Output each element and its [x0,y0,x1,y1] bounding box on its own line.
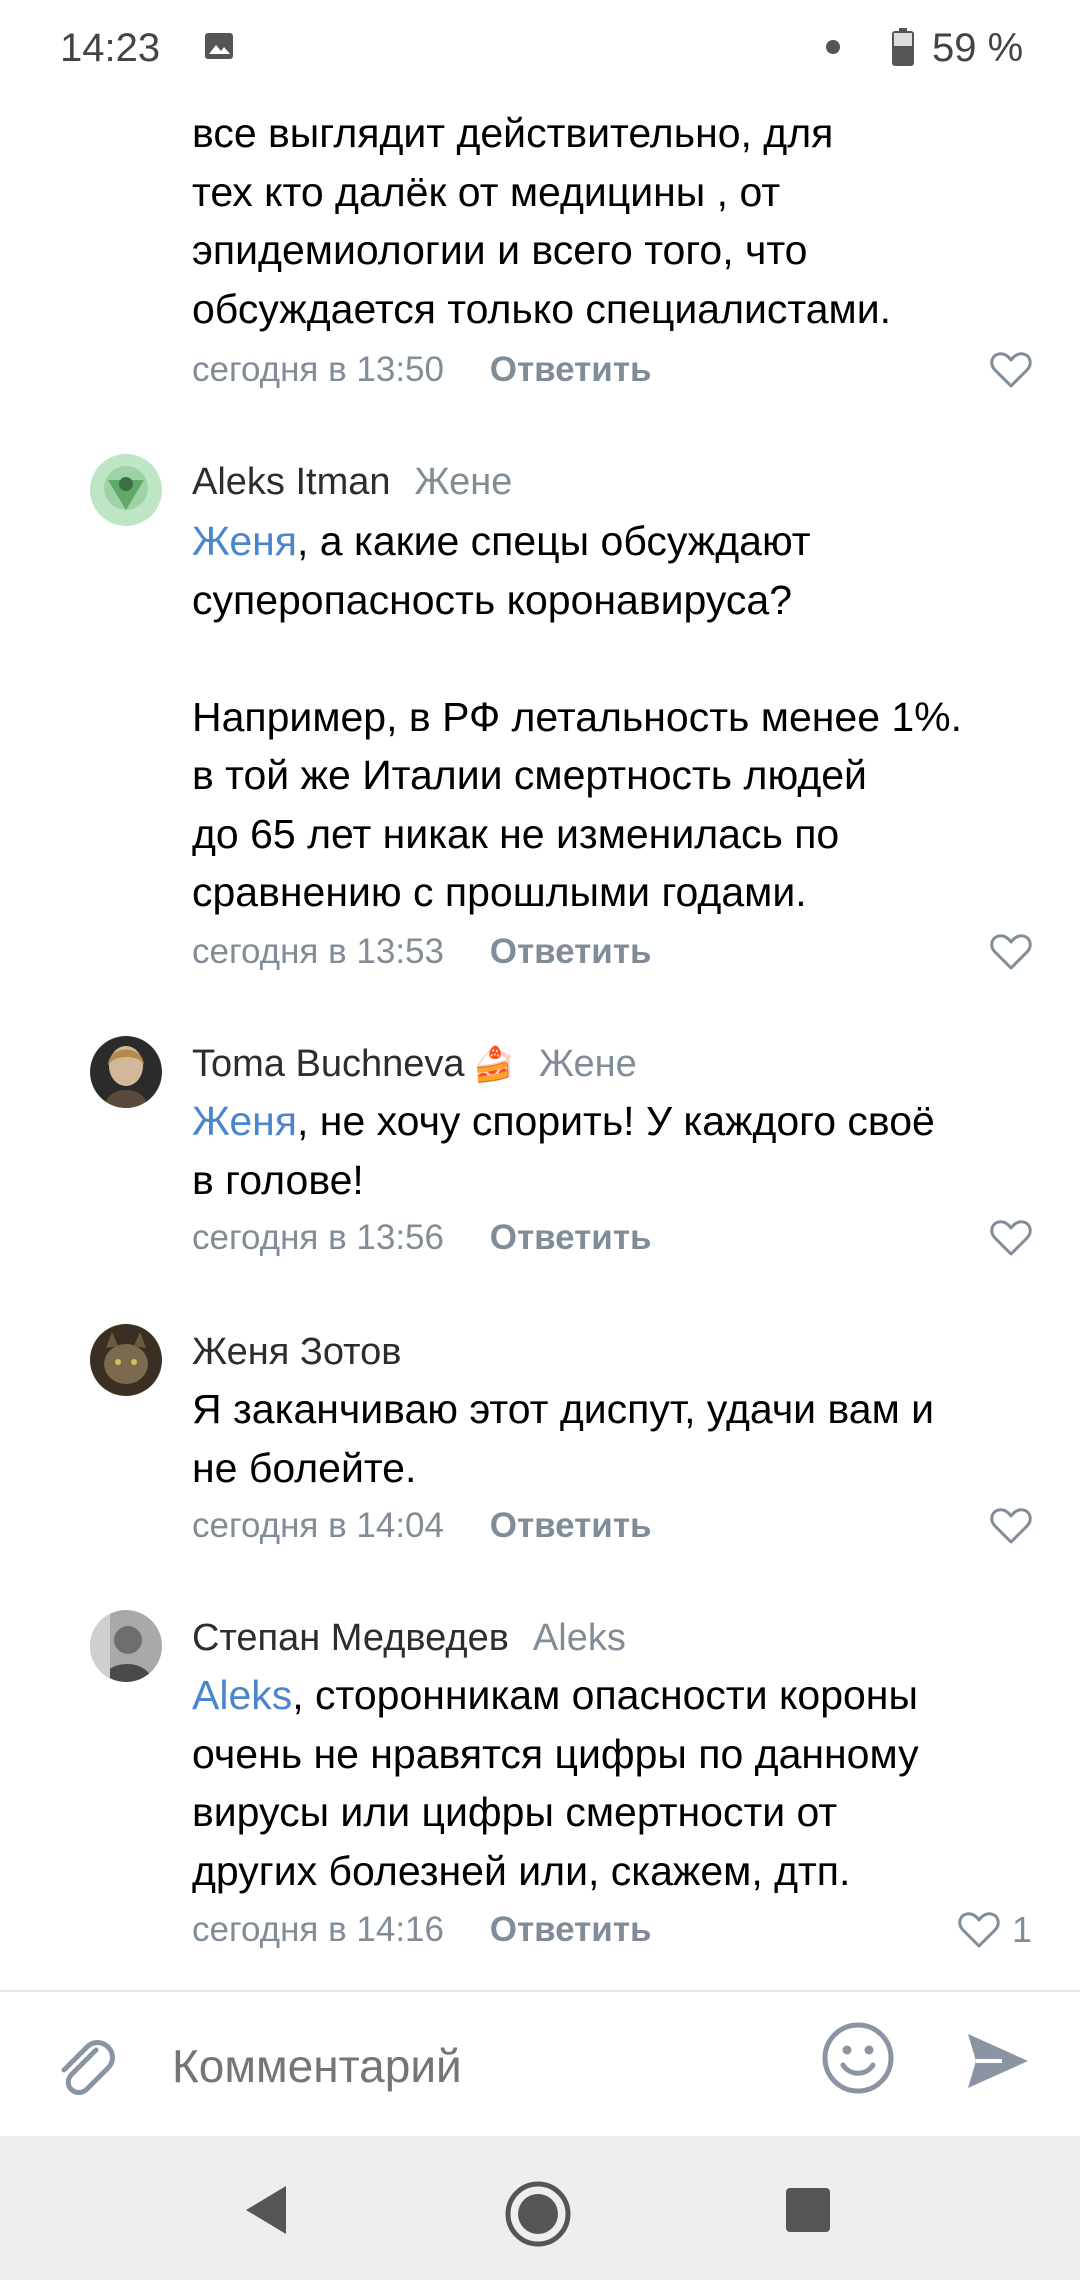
comment-header: Toma Buchneva 🍰 Жене [192,1038,637,1090]
comment-date: сегодня в 14:04 [192,1506,444,1545]
reply-button[interactable]: Ответить [490,1910,652,1949]
comment-input-bar [0,1990,1080,2138]
avatar[interactable] [90,454,162,526]
comment-text: Я заканчиваю этот диспут, удачи вам и не… [192,1386,935,1491]
comment-date: сегодня в 14:16 [192,1910,444,1949]
like-button[interactable] [990,932,1032,972]
avatar[interactable] [90,1324,162,1396]
comment-text: Женя, а какие спецы обсуждают суперопасн… [192,518,963,915]
paperclip-icon[interactable] [50,2032,120,2102]
recent-square-icon[interactable] [784,2186,832,2234]
cake-emoji: 🍰 [472,1046,515,1084]
reply-button[interactable]: Ответить [490,1506,652,1545]
comment-text: Женя, не хочу спорить! У каждого своё в … [192,1098,935,1203]
like-button[interactable] [990,350,1032,390]
mention-link[interactable]: Женя [192,1098,297,1144]
reply-to[interactable]: Aleks [533,1617,626,1659]
reply-to[interactable]: Жене [415,461,513,503]
comment-header: Aleks Itman Жене [192,456,512,508]
avatar[interactable] [90,1036,162,1108]
comment-input[interactable] [172,2036,792,2096]
author-name[interactable]: Женя Зотов [192,1331,401,1373]
like-count: 1 [1011,1909,1032,1950]
notification-dot-icon [826,40,840,54]
comments-list: все выглядит действительно, для тех кто … [0,0,1080,1990]
image-notification-icon [205,33,233,59]
comment-meta: сегодня в 14:04 Ответить [192,1500,1032,1552]
comment-date: сегодня в 13:50 [192,350,444,389]
smile-icon[interactable] [820,2020,896,2096]
comment-text: все выглядит действительно, для тех кто … [192,110,892,332]
comment-text: Aleks, сторонникам опасности короны очен… [192,1672,919,1894]
comment-date: сегодня в 13:53 [192,932,444,971]
comment-header: Женя Зотов [192,1326,401,1378]
navigation-bar [0,2136,1080,2280]
heart-icon [990,352,1032,388]
heart-icon [990,934,1032,970]
comment-meta: сегодня в 13:50 Ответить [192,344,1032,396]
comment-date: сегодня в 13:56 [192,1218,444,1257]
author-name[interactable]: Toma Buchneva [192,1043,465,1085]
author-name[interactable]: Степан Медведев [192,1617,509,1659]
reply-to[interactable]: Жене [539,1043,637,1085]
reply-button[interactable]: Ответить [490,932,652,971]
status-time: 14:23 [60,26,161,70]
battery-percent: 59 % [932,26,1024,70]
status-bar: 14:23 59 % [0,0,1080,96]
heart-icon [990,1220,1032,1256]
comment-header: Степан Медведев Aleks [192,1612,626,1664]
mention-link[interactable]: Aleks [192,1672,292,1718]
like-button[interactable]: 1 [958,1909,1032,1950]
like-button[interactable] [990,1506,1032,1546]
avatar[interactable] [90,1610,162,1682]
reply-button[interactable]: Ответить [490,350,652,389]
comment-meta: сегодня в 13:56 Ответить [192,1212,1032,1264]
send-icon[interactable] [962,2026,1032,2096]
home-circle-icon[interactable] [504,2180,572,2248]
battery-icon [892,28,914,66]
comment-meta: сегодня в 13:53 Ответить [192,926,1032,978]
heart-icon [990,1508,1032,1544]
back-triangle-icon[interactable] [240,2182,292,2238]
heart-icon [958,1912,1000,1948]
reply-button[interactable]: Ответить [490,1218,652,1257]
comment-meta: сегодня в 14:16 Ответить 1 [192,1904,1032,1956]
like-button[interactable] [990,1218,1032,1258]
mention-link[interactable]: Женя [192,518,297,564]
author-name[interactable]: Aleks Itman [192,461,391,503]
